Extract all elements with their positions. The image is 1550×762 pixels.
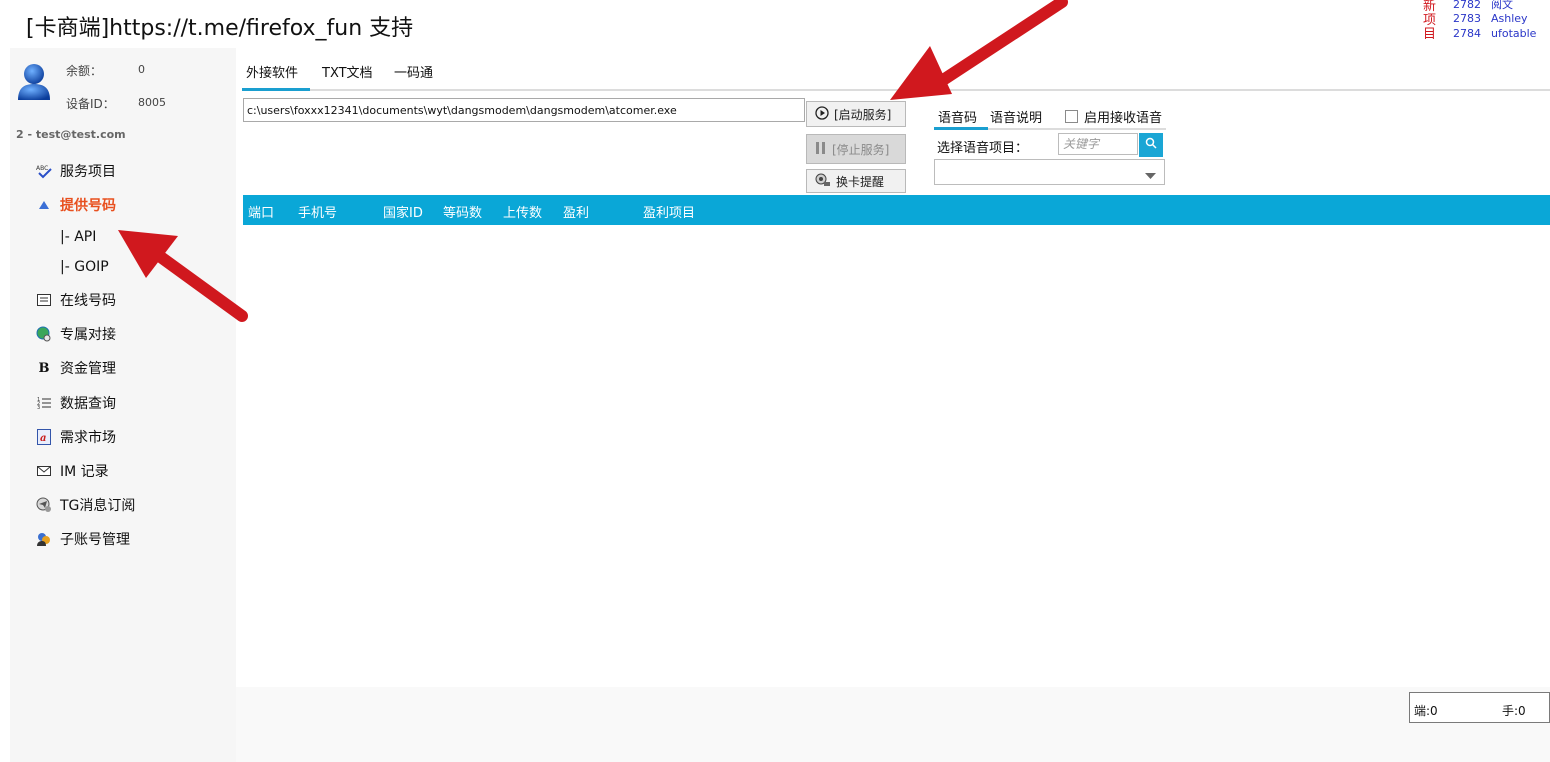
news-item[interactable]: 2782 阅文 [1453, 0, 1513, 12]
tab-one-code[interactable]: 一码通 [394, 62, 433, 88]
column-header-port[interactable]: 端口 [248, 202, 274, 221]
voice-project-select[interactable] [934, 159, 1165, 185]
column-header-country-id[interactable]: 国家ID [383, 202, 423, 221]
tab-divider [310, 89, 1550, 91]
chevron-down-icon [1145, 169, 1156, 184]
news-item[interactable]: 2784 ufotable [1453, 27, 1536, 40]
swap-card-reminder-label: 换卡提醒 [836, 174, 885, 189]
search-icon [1145, 137, 1157, 153]
sidebar-item-label: TG消息订阅 [60, 498, 136, 514]
balance-value: 0 [138, 63, 145, 76]
port-count: 端:0 [1414, 704, 1438, 718]
users-icon [36, 531, 52, 547]
globe-link-icon [36, 326, 52, 342]
envelope-icon [36, 463, 52, 479]
table-body [243, 225, 1550, 687]
voice-tab-divider [988, 128, 1166, 130]
sidebar-item-label: 子账号管理 [60, 532, 130, 548]
sidebar-item-demand-market[interactable]: a 需求市场 [36, 426, 116, 448]
keyword-search-input[interactable] [1058, 133, 1138, 155]
user-avatar-icon [16, 62, 52, 104]
footer-area [236, 687, 1550, 762]
svg-text:ABC: ABC [36, 165, 48, 172]
sidebar-item-label: 专属对接 [60, 327, 116, 343]
svg-text:a: a [40, 433, 46, 444]
column-header-waiting-count[interactable]: 等码数 [443, 202, 482, 221]
svg-text:3: 3 [37, 405, 40, 410]
start-service-button[interactable]: [启动服务] [806, 101, 906, 127]
table-header: 端口 手机号 国家ID 等码数 上传数 盈利 盈利项目 [243, 195, 1550, 225]
news-item-id: 2784 [1453, 27, 1481, 40]
new-projects-ticker: 新项目 2782 阅文 2783 Ashley 2784 ufotable [1420, 0, 1550, 46]
column-header-profit-project[interactable]: 盈利项目 [643, 202, 695, 221]
news-item-name: 阅文 [1491, 0, 1513, 11]
sidebar-item-funds[interactable]: B 资金管理 [36, 357, 117, 379]
list-box-icon [36, 292, 52, 308]
select-voice-project-label: 选择语音项目： [937, 141, 1029, 156]
sidebar-subitem-api[interactable]: |- API [60, 229, 96, 245]
software-path-input[interactable] [243, 98, 805, 122]
swap-card-reminder-button[interactable]: 换卡提醒 [806, 169, 906, 193]
sidebar-item-label: 在线号码 [60, 293, 116, 309]
sidebar-item-im-records[interactable]: IM 记录 [36, 460, 109, 482]
sidebar-item-label: 提供号码 [60, 198, 116, 214]
tab-voice-description[interactable]: 语音说明 [990, 107, 1042, 126]
news-item-name: Ashley [1491, 12, 1528, 25]
active-tab-indicator [242, 88, 310, 91]
news-item-id: 2783 [1453, 12, 1481, 25]
column-header-phone[interactable]: 手机号 [298, 202, 337, 221]
sidebar-item-dedicated[interactable]: 专属对接 [36, 323, 116, 345]
numbered-list-icon: 123 [36, 395, 52, 411]
arrow-to-start-button-icon [890, 0, 1068, 100]
enable-voice-checkbox[interactable] [1065, 110, 1078, 123]
column-header-upload-count[interactable]: 上传数 [503, 202, 542, 221]
sidebar-item-label: IM 记录 [60, 464, 109, 480]
enable-voice-label: 启用接收语音 [1084, 111, 1163, 126]
sidebar-item-label: 资金管理 [60, 361, 116, 377]
tab-external-software[interactable]: 外接软件 [246, 62, 298, 88]
tab-voice-code[interactable]: 语音码 [938, 107, 977, 126]
phone-count: 手:0 [1502, 704, 1526, 718]
search-button[interactable] [1139, 133, 1163, 157]
new-projects-label: 新项目 [1423, 0, 1437, 42]
status-bar: 端:0 手:0 [1409, 692, 1550, 723]
news-item-name: ufotable [1491, 27, 1537, 40]
column-header-profit[interactable]: 盈利 [563, 202, 589, 221]
abc-check-icon: ABC [36, 163, 52, 179]
device-id-label: 设备ID： [66, 97, 115, 111]
up-triangle-icon [36, 197, 52, 213]
start-service-label: [启动服务] [834, 107, 892, 122]
sidebar-item-tg-subscription[interactable]: TG消息订阅 [36, 494, 135, 516]
sidebar-item-label: 数据查询 [60, 396, 116, 412]
stop-service-label: [停止服务] [832, 142, 890, 157]
a-badge-icon: a [36, 429, 52, 445]
pause-icon [815, 141, 827, 158]
news-item[interactable]: 2783 Ashley [1453, 12, 1528, 25]
device-id-value: 8005 [138, 96, 166, 109]
tab-txt-document[interactable]: TXT文档 [322, 62, 373, 88]
sidebar-item-sub-accounts[interactable]: 子账号管理 [36, 528, 130, 550]
sidebar-item-label: 服务项目 [60, 164, 116, 180]
app-title: [卡商端]https://t.me/firefox_fun 支持 [26, 16, 414, 41]
balance-label: 余额： [66, 64, 103, 78]
play-icon [815, 105, 829, 123]
news-item-id: 2782 [1453, 0, 1481, 11]
sidebar-item-data-query[interactable]: 123 数据查询 [36, 392, 116, 414]
account-user: 2 - test@test.com [16, 128, 126, 141]
stop-service-button[interactable]: [停止服务] [806, 134, 906, 164]
sidebar: 余额： 0 设备ID： 8005 2 - test@test.com ABC 服… [10, 48, 236, 762]
webcam-icon [815, 173, 831, 190]
sidebar-subitem-goip[interactable]: |- GOIP [60, 259, 109, 275]
sidebar-item-services[interactable]: ABC 服务项目 [36, 160, 116, 182]
active-voice-tab-indicator [934, 127, 988, 130]
telegram-icon [36, 497, 52, 513]
sidebar-item-label: 需求市场 [60, 430, 116, 446]
sidebar-item-online-numbers[interactable]: 在线号码 [36, 289, 116, 311]
sidebar-item-provide-numbers[interactable]: 提供号码 [36, 194, 116, 216]
bold-b-icon: B [38, 360, 50, 376]
